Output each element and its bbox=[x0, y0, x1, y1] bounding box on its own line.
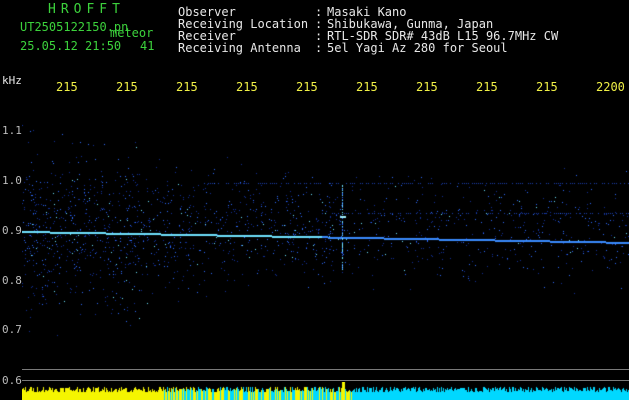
freq-tick: 0.7 bbox=[2, 323, 22, 336]
freq-tick: 1.1 bbox=[2, 124, 22, 137]
antenna-colon: : bbox=[315, 41, 323, 55]
app-title: HROFFT bbox=[48, 2, 125, 17]
freq-tick: 1.0 bbox=[2, 174, 22, 187]
time-tick: 215 bbox=[236, 80, 258, 94]
time-tick: 215 bbox=[476, 80, 498, 94]
antenna-value: 5el Yagi Az 280 for Seoul bbox=[327, 41, 508, 55]
mode-label: meteor bbox=[110, 26, 154, 40]
freq-tick: 0.6 bbox=[2, 374, 22, 387]
time-tick: 215 bbox=[296, 80, 318, 94]
freq-tick: 0.8 bbox=[2, 274, 22, 287]
time-tick: 215 bbox=[116, 80, 138, 94]
freq-tick: 0.9 bbox=[2, 224, 22, 237]
frequency-unit-label: kHz bbox=[2, 74, 22, 87]
spectrogram-plot bbox=[22, 100, 629, 383]
peak-value: 41 bbox=[140, 39, 155, 53]
baseline-line bbox=[22, 369, 629, 370]
time-tick: 215 bbox=[536, 80, 558, 94]
signal-level-strip bbox=[22, 382, 629, 400]
time-tick: 215 bbox=[356, 80, 378, 94]
baseline-line bbox=[22, 380, 629, 381]
date-time: 25.05.12 21:50 bbox=[20, 39, 122, 53]
antenna-label: Receiving Antenna bbox=[178, 41, 301, 55]
time-tick: 2200 bbox=[596, 80, 625, 94]
time-tick: 215 bbox=[176, 80, 198, 94]
time-tick: 215 bbox=[56, 80, 78, 94]
time-tick: 215 bbox=[416, 80, 438, 94]
